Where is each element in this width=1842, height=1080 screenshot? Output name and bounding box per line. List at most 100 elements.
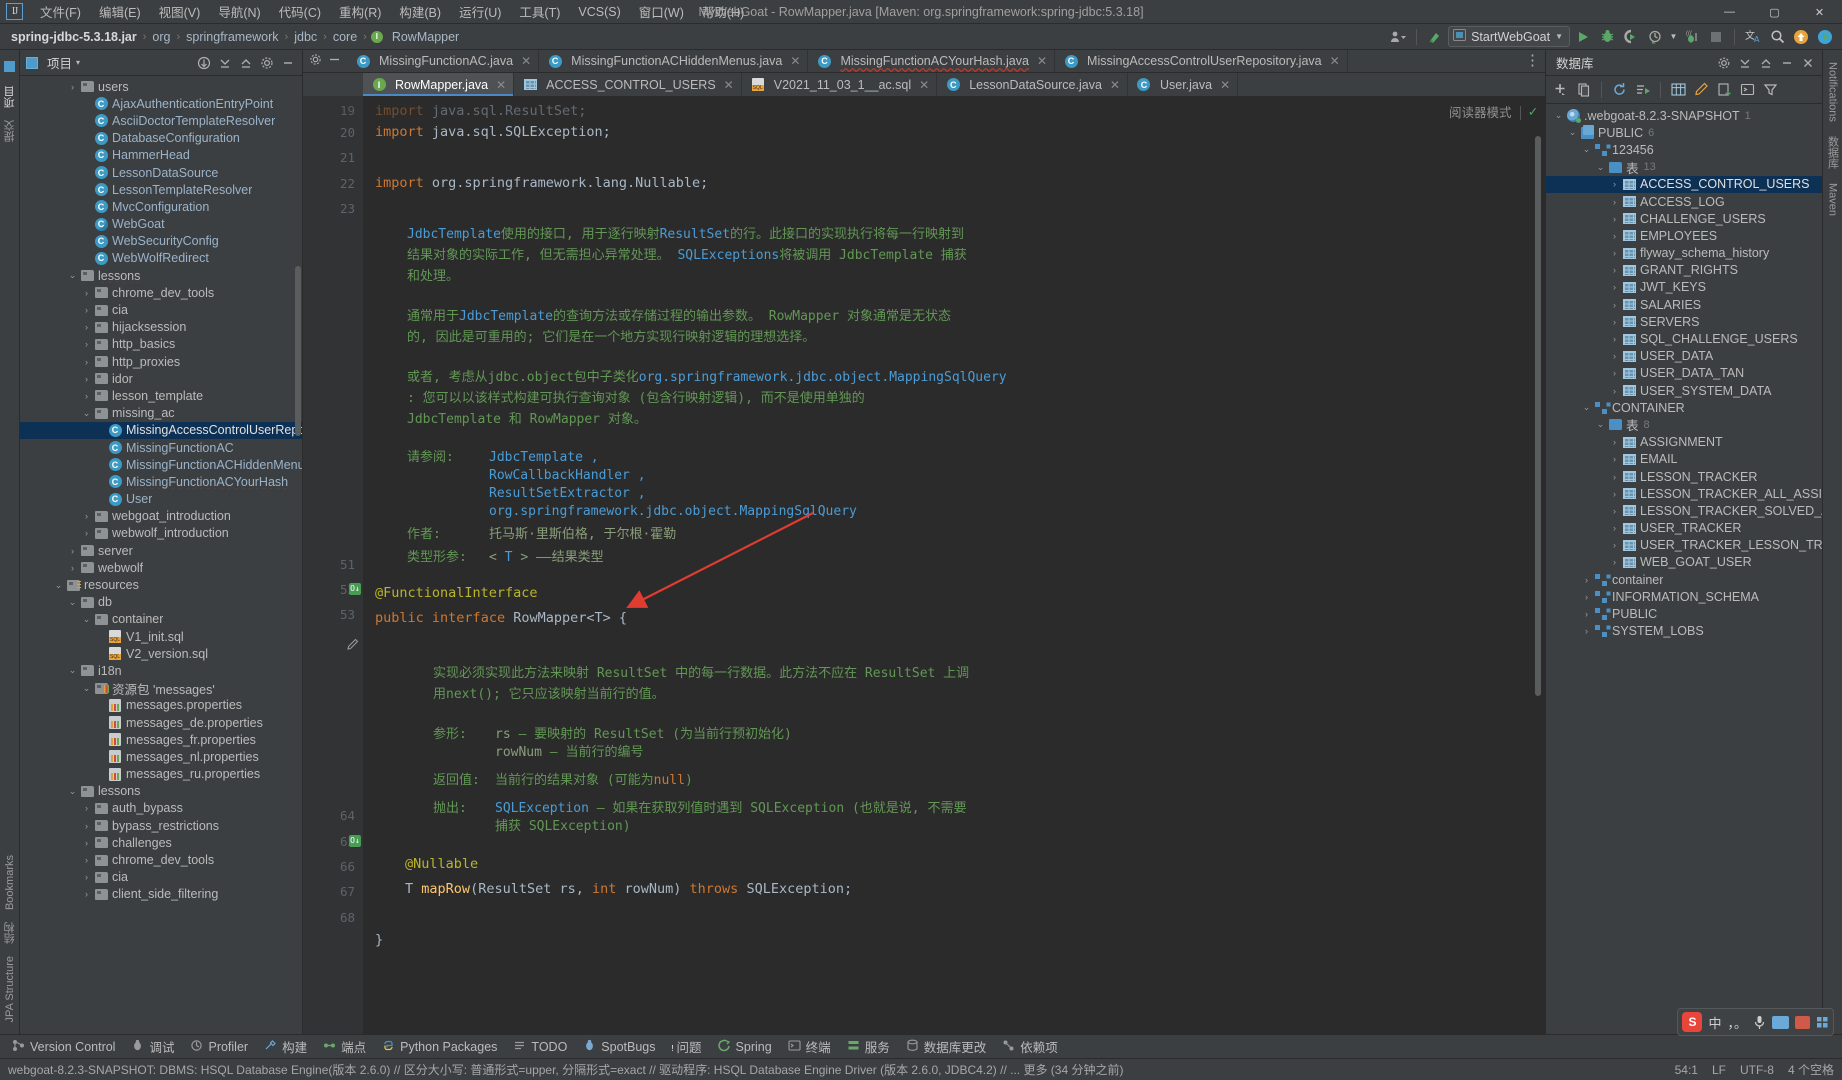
- db-node-web_goat_user[interactable]: › WEB_GOAT_USER: [1546, 554, 1822, 571]
- console-icon[interactable]: [1737, 79, 1758, 100]
- menu-edit[interactable]: 编辑(E): [90, 0, 150, 24]
- copy-icon[interactable]: [1573, 79, 1594, 100]
- build-icon[interactable]: (((: [1681, 26, 1703, 48]
- profiler-icon[interactable]: [1644, 26, 1666, 48]
- tree-node-webwolfredirect[interactable]: C WebWolfRedirect: [20, 250, 302, 267]
- chevron-right-icon[interactable]: ›: [1608, 214, 1621, 224]
- menu-code[interactable]: 代码(C): [270, 0, 330, 24]
- indent-setting[interactable]: 4 个空格: [1788, 1061, 1834, 1078]
- db-node--[interactable]: ⌄ 表 13: [1546, 159, 1822, 176]
- db-node-public[interactable]: ⌄ PUBLIC 6: [1546, 124, 1822, 141]
- javadoc-link-mappingsqlquery[interactable]: org.springframework.jdbc.object.MappingS…: [639, 370, 1007, 385]
- tree-node-mvcconfiguration[interactable]: C MvcConfiguration: [20, 198, 302, 215]
- code-editor[interactable]: 19 20 21 22 23 51 52 O↓ 53 64 65 O↓ 66 6…: [303, 96, 1545, 1034]
- menu-window[interactable]: 窗口(W): [630, 0, 693, 24]
- sidebar-item-maven[interactable]: Maven: [1825, 177, 1841, 222]
- tree-node-webwolf_introduction[interactable]: › webwolf_introduction: [20, 525, 302, 542]
- run-with-coverage-icon[interactable]: [1620, 26, 1642, 48]
- tab-V2021_11_03_1__ac-sql[interactable]: V2021_11_03_1__ac.sql ✕: [742, 73, 938, 96]
- chevron-down-icon[interactable]: ⌄: [80, 408, 93, 419]
- updates-badge-icon[interactable]: [1790, 26, 1812, 48]
- tree-node-messages_ru-properties[interactable]: messages_ru.properties: [20, 766, 302, 783]
- chevron-right-icon[interactable]: ›: [80, 305, 93, 315]
- tree-node-missingfunctionachiddenmenus[interactable]: C MissingFunctionACHiddenMenus: [20, 456, 302, 473]
- javadoc-see-item[interactable]: JdbcTemplate ,: [489, 449, 857, 467]
- breadcrumb-rowmapper[interactable]: RowMapper: [388, 29, 463, 45]
- breadcrumb-jar[interactable]: spring-jdbc-5.3.18.jar: [7, 29, 141, 45]
- chevron-right-icon[interactable]: ›: [1608, 197, 1621, 207]
- minimize-button[interactable]: —: [1707, 0, 1752, 24]
- bottom-item-terminal[interactable]: 终端: [780, 1035, 839, 1058]
- mic-icon[interactable]: [1753, 1015, 1766, 1030]
- settings-gear-icon[interactable]: [309, 53, 322, 69]
- db-node-user_data[interactable]: › USER_DATA: [1546, 348, 1822, 365]
- breadcrumb-jdbc[interactable]: jdbc: [290, 29, 321, 45]
- chevron-right-icon[interactable]: ›: [80, 374, 93, 384]
- close-icon[interactable]: ✕: [724, 78, 734, 92]
- javadoc-see-item[interactable]: RowCallbackHandler ,: [489, 467, 857, 485]
- javadoc-see-item[interactable]: org.springframework.jdbc.object.MappingS…: [489, 503, 857, 521]
- bottom-item-profiler[interactable]: Profiler: [182, 1037, 256, 1057]
- tree-node-hijacksession[interactable]: › hijacksession: [20, 319, 302, 336]
- breadcrumb-org[interactable]: org: [148, 29, 174, 45]
- caret-position[interactable]: 54:1: [1675, 1063, 1698, 1077]
- chevron-right-icon[interactable]: ›: [1608, 334, 1621, 344]
- tree-node-hammerhead[interactable]: C HammerHead: [20, 147, 302, 164]
- database-tree[interactable]: ⌄ .webgoat-8.2.3-SNAPSHOT 1 ⌄ PUBLIC 6 ⌄ 123456…: [1546, 104, 1822, 1034]
- db-node-user_data_tan[interactable]: › USER_DATA_TAN: [1546, 365, 1822, 382]
- close-icon[interactable]: ✕: [1330, 54, 1340, 68]
- tree-node-lesson_template[interactable]: › lesson_template: [20, 387, 302, 404]
- bottom-item-db-changes[interactable]: 数据库更改: [898, 1035, 995, 1058]
- chevron-right-icon[interactable]: ›: [1608, 472, 1621, 482]
- db-node-assignment[interactable]: › ASSIGNMENT: [1546, 434, 1822, 451]
- tree-node-missingfunctionac[interactable]: C MissingFunctionAC: [20, 439, 302, 456]
- edit-icon[interactable]: [1691, 79, 1712, 100]
- chevron-right-icon[interactable]: ›: [80, 339, 93, 349]
- tree-node-http_basics[interactable]: › http_basics: [20, 336, 302, 353]
- db-node-jwt_keys[interactable]: › JWT_KEYS: [1546, 279, 1822, 296]
- db-node-access_control_users[interactable]: › ACCESS_CONTROL_USERS: [1546, 175, 1822, 193]
- db-node-user_system_data[interactable]: › USER_SYSTEM_DATA: [1546, 382, 1822, 399]
- line-separator[interactable]: LF: [1712, 1063, 1726, 1077]
- settings-icon[interactable]: [257, 53, 277, 73]
- close-button[interactable]: ✕: [1797, 0, 1842, 24]
- editor-tab-options[interactable]: ⋮: [1520, 50, 1545, 72]
- bottom-item-todo[interactable]: TODO: [505, 1037, 575, 1057]
- tree-node------messages-[interactable]: ⌄ 资源包 'messages': [20, 680, 302, 697]
- filter-icon[interactable]: [1760, 79, 1781, 100]
- db-node-container[interactable]: › container: [1546, 571, 1822, 588]
- search-everywhere-icon[interactable]: [1766, 26, 1788, 48]
- db-node-container[interactable]: ⌄ CONTAINER: [1546, 399, 1822, 416]
- tree-node-lessons[interactable]: ⌄ lessons: [20, 267, 302, 284]
- tree-node-auth_bypass[interactable]: › auth_bypass: [20, 800, 302, 817]
- tree-node-websecurityconfig[interactable]: C WebSecurityConfig: [20, 233, 302, 250]
- tab-MissingFunctionAC[interactable]: C MissingFunctionAC.java ✕: [347, 50, 540, 72]
- minimize-icon[interactable]: [1777, 53, 1797, 73]
- tree-node-chrome_dev_tools[interactable]: › chrome_dev_tools: [20, 851, 302, 868]
- window-controls[interactable]: — ▢ ✕: [1707, 0, 1842, 24]
- tree-node-databaseconfiguration[interactable]: C DatabaseConfiguration: [20, 130, 302, 147]
- tree-node-container[interactable]: ⌄ container: [20, 611, 302, 628]
- tree-node-v2_version-sql[interactable]: V2_version.sql: [20, 645, 302, 662]
- chevron-right-icon[interactable]: ›: [1608, 282, 1621, 292]
- add-icon[interactable]: [1550, 79, 1571, 100]
- tree-node-ajaxauthenticationentrypoint[interactable]: C AjaxAuthenticationEntryPoint: [20, 95, 302, 112]
- tab-RowMapper[interactable]: I RowMapper.java ✕: [363, 73, 515, 96]
- update-project-icon[interactable]: [1424, 26, 1446, 48]
- project-tree[interactable]: › users C AjaxAuthenticationEntryPoint C Asci…: [20, 76, 302, 1034]
- sidebar-item-structure[interactable]: 结构: [0, 916, 20, 950]
- close-icon[interactable]: ✕: [1110, 78, 1120, 92]
- bottom-item-version-control[interactable]: Version Control: [4, 1037, 123, 1057]
- menu-navigate[interactable]: 导航(N): [209, 0, 269, 24]
- main-menu[interactable]: 文件(F) 编辑(E) 视图(V) 导航(N) 代码(C) 重构(R) 构建(B…: [31, 0, 753, 24]
- chevron-down-icon[interactable]: ⌄: [66, 786, 79, 797]
- db-node-user_tracker[interactable]: › USER_TRACKER: [1546, 520, 1822, 537]
- maximize-button[interactable]: ▢: [1752, 0, 1797, 24]
- sidebar-item-commit[interactable]: 提交: [0, 114, 20, 148]
- chevron-down-icon[interactable]: ⌄: [52, 580, 65, 591]
- settings-icon[interactable]: [1714, 53, 1734, 73]
- chevron-right-icon[interactable]: ›: [1580, 626, 1593, 636]
- tree-node-webgoat[interactable]: C WebGoat: [20, 216, 302, 233]
- db-node--webgoat-8-2-3-snapshot[interactable]: ⌄ .webgoat-8.2.3-SNAPSHOT 1: [1546, 107, 1822, 124]
- tab-User[interactable]: C User.java ✕: [1128, 73, 1239, 96]
